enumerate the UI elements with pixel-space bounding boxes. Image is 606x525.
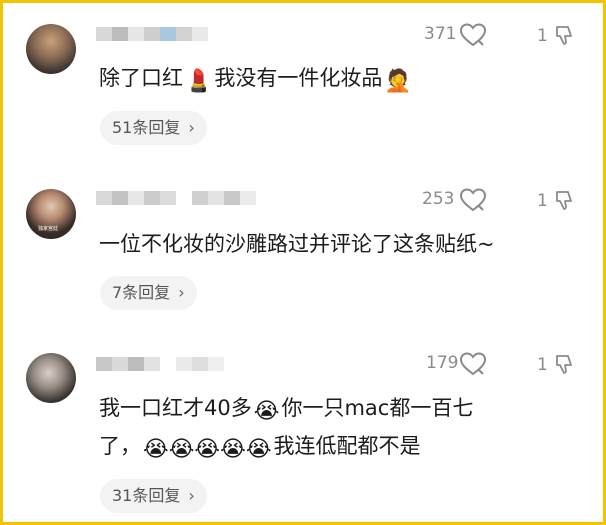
chevron-right-icon: ›	[188, 486, 195, 505]
heart-icon[interactable]	[459, 187, 487, 213]
dislike-count: 1	[537, 355, 548, 375]
lipstick-emoji: 💄	[185, 69, 213, 94]
like-count: 371	[424, 24, 457, 44]
view-replies-button[interactable]: 31条回复 ›	[100, 479, 207, 513]
view-replies-button[interactable]: 7条回复 ›	[100, 276, 197, 310]
heart-icon[interactable]	[459, 351, 487, 377]
thumbs-down-icon[interactable]	[554, 353, 576, 375]
dislike-count: 1	[537, 191, 548, 211]
dislike-count: 1	[537, 26, 548, 46]
username-redacted[interactable]	[96, 357, 224, 371]
chevron-right-icon: ›	[178, 283, 185, 302]
view-replies-button[interactable]: 51条回复 ›	[100, 111, 207, 145]
comment-list-frame: 371 1 除了口红💄我没有一件化妆品🤦 51条回复 › 独家宫廷 253 1 …	[0, 0, 606, 525]
crying-emoji-row: 😭😭😭😭😭	[143, 437, 272, 462]
heart-icon[interactable]	[459, 22, 487, 48]
crying-emoji: 😭	[253, 399, 280, 424]
like-count: 179	[426, 353, 459, 373]
avatar[interactable]: 独家宫廷	[26, 189, 76, 239]
like-count: 253	[422, 189, 455, 209]
comment-text: 一位不化妆的沙雕路过并评论了这条贴纸~	[99, 232, 495, 256]
comment-text: 除了口红💄我没有一件化妆品🤦	[99, 61, 414, 99]
thumbs-down-icon[interactable]	[554, 24, 576, 46]
comment-text-line-2: 了，😭😭😭😭😭我连低配都不是	[99, 429, 421, 467]
comment-text-line-1: 我一口红才40多😭你一只mac都一百七	[99, 391, 473, 429]
avatar[interactable]	[26, 353, 76, 403]
username-redacted[interactable]	[96, 191, 256, 205]
facepalm-emoji: 🤦	[384, 69, 412, 94]
chevron-right-icon: ›	[188, 118, 195, 137]
thumbs-down-icon[interactable]	[554, 189, 576, 211]
avatar[interactable]	[26, 24, 76, 74]
username-redacted[interactable]	[96, 27, 208, 41]
